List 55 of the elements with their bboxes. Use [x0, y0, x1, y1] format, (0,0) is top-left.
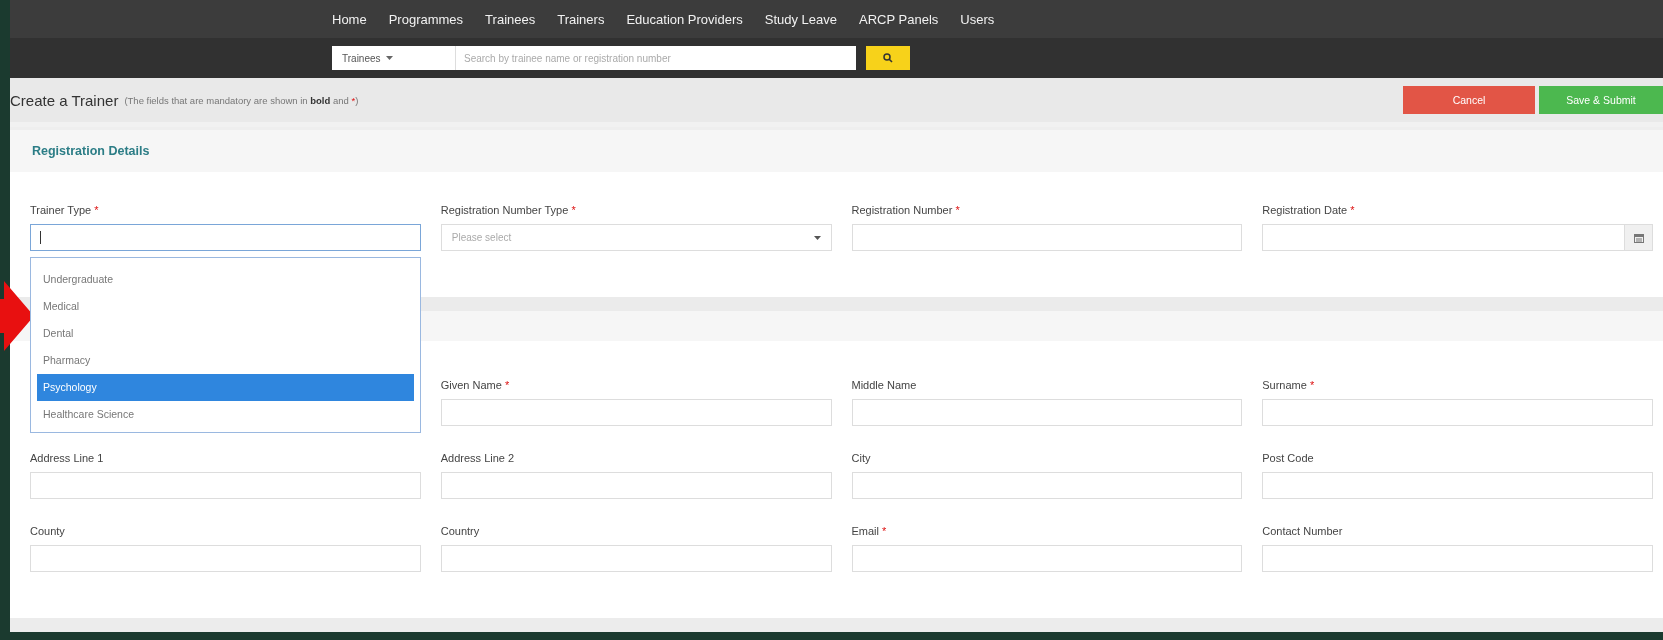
nav-link[interactable]: Trainees — [485, 11, 536, 27]
field-label: Email * — [851, 525, 888, 537]
field-label: Trainer Type * — [30, 204, 100, 216]
field-label: Address Line 2 — [440, 452, 516, 464]
nav-link[interactable]: Users — [960, 11, 995, 27]
field-label: Country — [440, 525, 481, 537]
field-label: Registration Date * — [1262, 204, 1356, 216]
calendar-button[interactable] — [1625, 224, 1653, 251]
text-field[interactable] — [30, 545, 421, 572]
field-label: Registration Number Type * — [440, 204, 577, 216]
text-field[interactable] — [851, 545, 1243, 572]
nav-link[interactable]: Education Providers — [626, 11, 743, 27]
dropdown-option[interactable]: Psychology — [37, 374, 414, 401]
text-field[interactable] — [440, 545, 832, 572]
nav-link[interactable]: Programmes — [388, 11, 464, 27]
text-field[interactable] — [1262, 545, 1653, 572]
dropdown-option[interactable]: Dental — [37, 320, 414, 347]
text-field[interactable] — [1262, 399, 1653, 426]
section-title: Registration Details — [32, 144, 150, 158]
field-label: City — [851, 452, 872, 464]
field-label: Post Code — [1262, 452, 1315, 464]
dropdown-option[interactable]: Healthcare Science — [37, 401, 414, 428]
search-button[interactable] — [866, 46, 910, 70]
text-field[interactable] — [851, 399, 1243, 426]
text-field[interactable] — [1262, 472, 1653, 499]
nav-link[interactable]: ARCP Panels — [859, 11, 939, 27]
mandatory-note: (The fields that are mandatory are shown in bold and *) — [124, 94, 359, 106]
field-label: Surname * — [1262, 379, 1316, 391]
field-label: Address Line 1 — [30, 452, 105, 464]
cancel-button[interactable]: Cancel — [1403, 86, 1535, 114]
text-field[interactable] — [440, 399, 832, 426]
nav-link[interactable]: Home — [332, 11, 367, 27]
dropdown-option[interactable]: Pharmacy — [37, 347, 414, 374]
page-title: Create a Trainer — [10, 91, 119, 109]
nav-link[interactable]: Trainers — [557, 11, 605, 27]
text-field[interactable] — [851, 224, 1243, 251]
field-label: County — [30, 525, 66, 537]
dropdown-option[interactable]: Medical — [37, 293, 414, 320]
calendar-icon — [1633, 232, 1644, 243]
caret-icon — [813, 235, 821, 240]
text-field[interactable] — [851, 472, 1243, 499]
dropdown-option[interactable]: Undergraduate — [37, 266, 414, 293]
date-field[interactable] — [1262, 224, 1625, 251]
field-label: Given Name * — [440, 379, 511, 391]
text-field[interactable] — [440, 472, 832, 499]
search-scope-dropdown[interactable]: Trainees — [332, 46, 456, 70]
field-label: Middle Name — [851, 379, 918, 391]
field-label: Contact Number — [1262, 525, 1344, 537]
search-field[interactable]: Search by trainee name or registration number — [456, 46, 856, 70]
search-icon — [883, 53, 893, 63]
caret-icon — [385, 56, 393, 60]
nav-link[interactable]: Study Leave — [764, 11, 838, 27]
field-label: Registration Number * — [851, 204, 961, 216]
text-field[interactable] — [30, 472, 421, 499]
combo-field[interactable] — [30, 224, 421, 251]
